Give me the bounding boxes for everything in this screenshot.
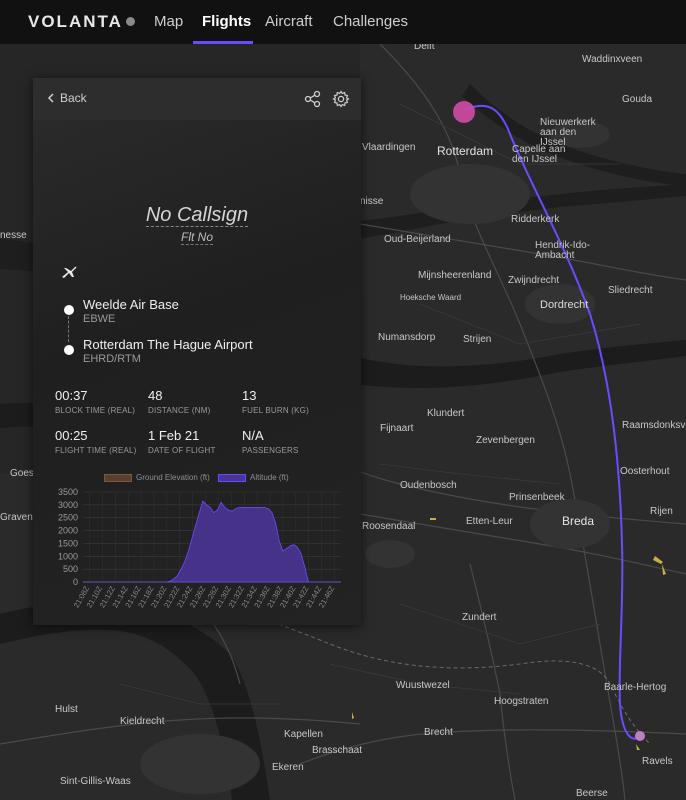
map-label: Oudenbosch — [400, 480, 457, 491]
map-label: Dordrecht — [540, 299, 589, 311]
gear-icon[interactable] — [332, 90, 350, 108]
map-label: Ekeren — [272, 762, 304, 773]
map-label: Brasschaat — [312, 745, 363, 756]
callsign: No Callsign — [145, 204, 249, 227]
passengers-label: PASSENGERS — [242, 446, 299, 455]
fuel-burn-label: FUEL BURN (KG) — [242, 406, 309, 415]
legend-altitude-label[interactable]: Altitude (ft) — [250, 473, 289, 482]
y-tick-label: 1000 — [58, 551, 78, 561]
legend-swatch-ground — [104, 474, 132, 482]
map-label: Kieldrecht — [120, 716, 165, 727]
map-label: Oud-Beijerland — [384, 234, 451, 245]
map-label: Ridderkerk — [511, 214, 560, 225]
map-label: nisse — [360, 196, 384, 207]
flight-time-label: FLIGHT TIME (REAL) — [55, 446, 137, 455]
back-label: Back — [60, 91, 87, 105]
map-label: Zundert — [462, 612, 497, 623]
map-label: Fijnaart — [380, 423, 414, 434]
map-label: Oosterhout — [620, 466, 670, 477]
y-tick-label: 2000 — [58, 526, 78, 536]
app-root: VOLANTA Map Flights Aircraft Challenges — [0, 0, 686, 800]
flight-time-value: 00:25 — [55, 428, 88, 443]
origin-airport-code: EBWE — [83, 313, 116, 325]
destination-airport-code: EHRD/RTM — [83, 353, 141, 365]
map-label: Ravels — [642, 756, 673, 767]
flight-number: Flt No — [180, 230, 213, 245]
altitude-chart[interactable]: Ground Elevation (ft) Altitude (ft) 3500… — [43, 470, 355, 660]
map-label: Kapellen — [284, 729, 323, 740]
airplane-icon — [62, 266, 77, 278]
nav-challenges[interactable]: Challenges — [333, 13, 408, 30]
destination-marker — [453, 101, 475, 123]
map-label: Hoeksche Waard — [400, 293, 462, 302]
map-label: Wuustwezel — [396, 680, 450, 691]
legend-swatch-altitude — [218, 474, 246, 482]
date-of-flight-label: DATE OF FLIGHT — [148, 446, 216, 455]
flight-detail-panel: Back No Callsign Flt No Weelde Air Base … — [33, 78, 361, 625]
map-label: Capelle aan den IJssel — [512, 144, 566, 165]
map-label: Rotterdam — [437, 144, 494, 158]
destination-airport-name[interactable]: Rotterdam The Hague Airport — [83, 337, 253, 352]
map-label: Roosendaal — [362, 521, 416, 532]
origin-airport-name[interactable]: Weelde Air Base — [83, 297, 179, 312]
y-tick-label: 2500 — [58, 513, 78, 523]
map-label: Hoogstraten — [494, 696, 549, 707]
map-label: Zevenbergen — [476, 435, 535, 446]
map-label: Raamsdonksveer — [622, 420, 686, 431]
passengers-value: N/A — [242, 428, 264, 443]
brand-logo[interactable]: VOLANTA — [28, 12, 123, 32]
map-label: Klundert — [427, 408, 465, 419]
active-tab-indicator — [193, 41, 253, 44]
chevron-left-icon — [47, 93, 54, 103]
legend-ground-label[interactable]: Ground Elevation (ft) — [136, 473, 210, 482]
fuel-burn-value: 13 — [242, 388, 257, 403]
origin-marker — [635, 731, 645, 741]
map-label: Gouda — [622, 94, 653, 105]
map-label: Etten-Leur — [466, 516, 513, 527]
panel-header: Back — [33, 78, 361, 120]
map-label: Hulst — [55, 704, 78, 715]
nav-flights[interactable]: Flights — [202, 13, 251, 30]
distance-label: DISTANCE (NM) — [148, 406, 211, 415]
map-label: Beerse — [576, 788, 608, 799]
nav-map[interactable]: Map — [154, 13, 183, 30]
origin-dot — [64, 305, 74, 315]
map-label: Goes — [10, 468, 34, 479]
block-time-label: BLOCK TIME (REAL) — [55, 406, 136, 415]
map-label: Sint-Gillis-Waas — [60, 776, 131, 787]
map-label: Rijen — [650, 506, 673, 517]
back-button[interactable]: Back — [47, 91, 87, 105]
top-navigation: VOLANTA Map Flights Aircraft Challenges — [0, 0, 686, 44]
map-label: Breda — [562, 514, 595, 528]
map-label: Vlaardingen — [362, 142, 416, 153]
route-connector — [68, 316, 69, 342]
map-label: Numansdorp — [378, 332, 436, 343]
map-label: Waddinxveen — [582, 54, 643, 65]
y-tick-label: 3500 — [58, 487, 78, 497]
altitude-chart-plot: 350030002500200015001000500021:08Z21:10Z… — [58, 487, 341, 609]
map-label: Zwijndrecht — [508, 275, 560, 286]
brand-status-dot — [126, 17, 135, 26]
panel-body: No Callsign Flt No Weelde Air Base EBWE … — [33, 120, 361, 625]
y-tick-label: 3000 — [58, 500, 78, 510]
y-tick-label: 0 — [73, 577, 78, 587]
nav-aircraft[interactable]: Aircraft — [265, 13, 313, 30]
y-tick-label: 1500 — [58, 538, 78, 548]
date-of-flight-value: 1 Feb 21 — [148, 428, 200, 443]
altitude-area — [83, 500, 341, 583]
map-label: Brecht — [424, 727, 453, 738]
map-label: Hendrik-Ido-Ambacht — [535, 240, 591, 261]
destination-dot — [64, 345, 74, 355]
distance-value: 48 — [148, 388, 163, 403]
map-label: Prinsenbeek — [509, 492, 565, 503]
map-label: Mijnsheerenland — [418, 270, 492, 281]
y-tick-label: 500 — [63, 564, 78, 574]
share-icon[interactable] — [304, 90, 322, 108]
map-label: Baarle-Hertog — [604, 682, 667, 693]
map-label: Sliedrecht — [608, 285, 653, 296]
map-label: Strijen — [463, 334, 492, 345]
block-time-value: 00:37 — [55, 388, 88, 403]
map-label: nesse — [0, 230, 27, 241]
